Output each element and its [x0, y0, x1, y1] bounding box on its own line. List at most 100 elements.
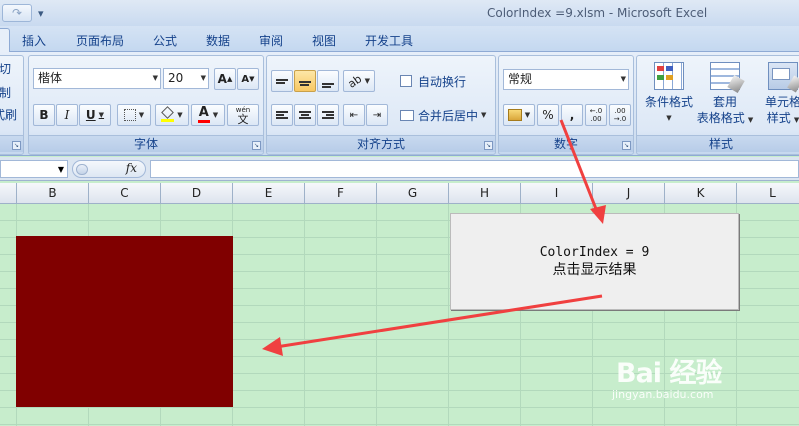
tab-formulas[interactable]: 公式 — [153, 32, 177, 49]
cut-button[interactable]: 切 — [0, 60, 11, 77]
font-launcher-icon[interactable]: ↘ — [252, 141, 261, 150]
grow-font-button[interactable]: A ▲ — [214, 68, 236, 90]
baidu-watermark: Bai 经验 jingyan.baidu.com — [612, 337, 762, 407]
column-header[interactable]: I — [521, 183, 593, 204]
column-header[interactable]: K — [665, 183, 737, 204]
formula-bar: ▼ fx — [0, 157, 799, 181]
number-format-combo[interactable]: 常规 ▼ — [503, 69, 629, 90]
phonetic-button[interactable]: wén 文 — [227, 104, 259, 126]
decrease-decimal-button[interactable]: .00 →.0 — [609, 104, 631, 126]
copy-button[interactable]: 制 — [0, 84, 11, 101]
underline-button[interactable]: U ▼ — [79, 104, 111, 126]
number-group: 常规 ▼ ▼ % , ←.0 .00 .00 →.0 数字 ↘ — [498, 55, 634, 155]
increase-decimal-icon: ←.0 .00 — [589, 107, 603, 123]
alignment-launcher-icon[interactable]: ↘ — [484, 141, 493, 150]
font-color-button[interactable]: A ▼ — [191, 104, 225, 126]
tab-view[interactable]: 视图 — [312, 32, 336, 49]
styles-group: 条件格式 ▼ 套用 表格格式 ▼ 单元格 样式 ▼ 样式 — [636, 55, 799, 155]
column-header[interactable]: G — [377, 183, 449, 204]
select-all-corner[interactable] — [0, 183, 17, 204]
align-bottom-button[interactable] — [317, 70, 339, 92]
alignment-group: ab ▼ 自动换行 ⇤ ⇥ 合并后居中 ▼ 对齐方式 ↘ — [266, 55, 496, 155]
font-size-combo[interactable]: 20 ▼ — [163, 68, 209, 89]
align-right-button[interactable] — [317, 104, 339, 126]
font-color-letter: A — [198, 105, 209, 120]
redo-button[interactable]: ↷ — [2, 4, 32, 22]
increase-indent-button[interactable]: ⇥ — [366, 104, 388, 126]
formula-bar-resize-handle[interactable] — [76, 164, 88, 175]
decrease-indent-button[interactable]: ⇤ — [343, 104, 365, 126]
percent-button[interactable]: % — [537, 104, 559, 126]
cell-styles-button[interactable]: 单元格 样式 ▼ — [755, 62, 799, 128]
clipboard-launcher-icon[interactable]: ↘ — [12, 141, 21, 150]
tab-insert[interactable]: 插入 — [22, 32, 46, 49]
macro-button[interactable]: ColorIndex = 9 点击显示结果 — [450, 213, 739, 310]
insert-function-button[interactable]: fx — [126, 161, 137, 175]
insert-function-area: fx — [72, 160, 146, 178]
watermark-logo: Bai 经验 — [616, 358, 722, 389]
italic-icon: I — [64, 108, 70, 122]
phonetic-char: 文 — [237, 113, 249, 126]
align-right-icon — [322, 110, 334, 120]
borders-button[interactable]: ▼ — [117, 104, 151, 126]
font-group: 楷体 ▼ 20 ▼ A ▲ A ▼ B I U ▼ ▼ ▼ A ▼ wén 文 … — [28, 55, 264, 155]
fill-color-swatch — [161, 119, 175, 122]
format-as-table-label-2: 表格格式 — [696, 111, 745, 125]
align-top-button[interactable] — [271, 70, 293, 92]
decrease-indent-icon: ⇤ — [349, 109, 359, 121]
font-name-combo[interactable]: 楷体 ▼ — [33, 68, 161, 89]
bold-button[interactable]: B — [33, 104, 55, 126]
tab-review[interactable]: 审阅 — [259, 32, 283, 49]
fill-color-button[interactable]: ▼ — [155, 104, 189, 126]
align-middle-button[interactable] — [294, 70, 316, 92]
tab-page-layout[interactable]: 页面布局 — [76, 32, 124, 49]
merge-center-button[interactable]: 合并后居中 ▼ — [395, 104, 491, 126]
shrink-font-button[interactable]: A ▼ — [237, 68, 259, 90]
align-center-button[interactable] — [294, 104, 316, 126]
percent-icon: % — [542, 108, 554, 122]
chevron-down-icon: ▼ — [666, 114, 672, 122]
formula-input[interactable] — [150, 160, 799, 178]
name-box[interactable]: ▼ — [0, 160, 68, 178]
ribbon: 切 制 式刷 ↘ 楷体 ▼ 20 ▼ A▲ A▼ B I U▼ ▼ — [0, 52, 799, 156]
format-as-table-icon — [710, 62, 745, 94]
font-color-icon: A — [197, 105, 210, 123]
chevron-down-icon: ▼ — [481, 111, 487, 119]
colored-shape[interactable] — [16, 236, 233, 407]
font-size-value: 20 — [168, 71, 184, 85]
conditional-formatting-button[interactable]: 条件格式 ▼ — [641, 62, 697, 126]
format-as-table-button[interactable]: 套用 表格格式 ▼ — [695, 62, 755, 128]
paint-bucket-icon — [161, 106, 175, 122]
customize-quick-access-icon[interactable]: ▾ — [38, 7, 44, 20]
tab-data[interactable]: 数据 — [206, 32, 230, 49]
chevron-down-icon: ▼ — [620, 75, 626, 83]
watermark-url: jingyan.baidu.com — [612, 388, 714, 401]
italic-button[interactable]: I — [56, 104, 78, 126]
column-header[interactable]: H — [449, 183, 521, 204]
chevron-down-icon: ▼ — [152, 74, 158, 82]
align-left-icon — [276, 110, 288, 120]
column-header[interactable]: L — [737, 183, 799, 204]
format-as-table-label-1: 套用 — [712, 95, 737, 109]
column-header[interactable]: J — [593, 183, 665, 204]
comma-button[interactable]: , — [561, 104, 583, 126]
orientation-button[interactable]: ab ▼ — [343, 70, 375, 92]
align-bottom-icon — [322, 74, 334, 89]
column-header[interactable]: E — [233, 183, 305, 204]
column-header[interactable]: D — [161, 183, 233, 204]
wrap-text-button[interactable]: 自动换行 — [395, 70, 491, 92]
tab-developer[interactable]: 开发工具 — [365, 32, 413, 49]
accounting-format-button[interactable]: ▼ — [503, 104, 535, 126]
merge-center-icon — [400, 109, 414, 121]
tab-home[interactable] — [0, 28, 10, 52]
column-header[interactable]: C — [89, 183, 161, 204]
number-launcher-icon[interactable]: ↘ — [622, 141, 631, 150]
chevron-down-icon: ▼ — [364, 77, 371, 85]
quick-access-toolbar: ↷ ▾ — [0, 3, 44, 23]
align-left-button[interactable] — [271, 104, 293, 126]
column-header[interactable]: F — [305, 183, 377, 204]
chevron-down-icon: ▼ — [524, 111, 531, 119]
increase-decimal-button[interactable]: ←.0 .00 — [585, 104, 607, 126]
column-header[interactable]: B — [17, 183, 89, 204]
format-painter-button[interactable]: 式刷 — [0, 106, 17, 123]
